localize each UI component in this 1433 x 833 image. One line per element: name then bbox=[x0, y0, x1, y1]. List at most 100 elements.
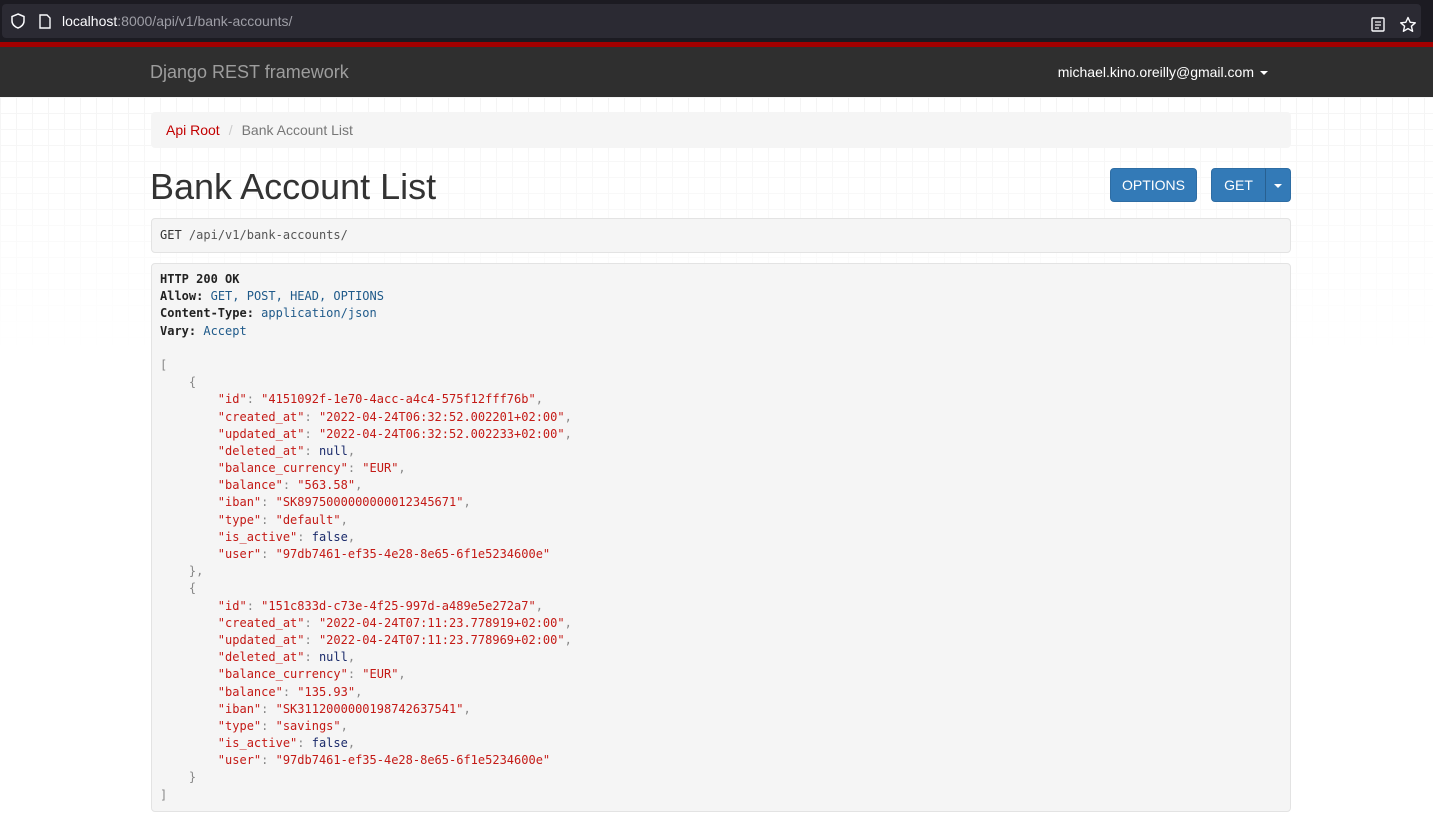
user-email: michael.kino.oreilly@gmail.com bbox=[1057, 64, 1254, 80]
json-line: "created_at": "2022-04-24T06:32:52.00220… bbox=[160, 409, 1282, 426]
json-colon: : bbox=[261, 753, 276, 768]
json-comma: , bbox=[564, 426, 572, 441]
json-brace: } bbox=[188, 770, 197, 785]
json-colon: : bbox=[347, 667, 363, 682]
json-value: "97db7461-ef35-4e28-8e65-6f1e5234600e" bbox=[275, 547, 551, 561]
json-brace: { bbox=[188, 581, 197, 596]
json-colon: : bbox=[282, 684, 298, 699]
response-body: HTTP 200 OK Allow: GET, POST, HEAD, OPTI… bbox=[151, 263, 1291, 812]
json-line: "id": "151c833d-c73e-4f25-997d-a489e5e27… bbox=[160, 598, 1282, 615]
caret-down-icon bbox=[1274, 184, 1282, 189]
json-key: "created_at" bbox=[217, 615, 305, 630]
json-colon: : bbox=[282, 478, 298, 493]
url-text[interactable]: localhost:8000/api/v1/bank-accounts/ bbox=[62, 13, 292, 29]
json-line: "balance_currency": "EUR", bbox=[160, 460, 1282, 477]
json-colon: : bbox=[261, 718, 276, 733]
json-colon: : bbox=[304, 443, 319, 458]
json-comma: , bbox=[535, 598, 543, 613]
json-key: "balance_currency" bbox=[217, 461, 348, 476]
json-key: "created_at" bbox=[217, 409, 305, 424]
json-key: "user" bbox=[217, 547, 262, 561]
json-value: "2022-04-24T06:32:52.002201+02:00" bbox=[318, 409, 565, 424]
json-value: "4151092f-1e70-4acc-a4c4-575f12fff76b" bbox=[261, 392, 536, 407]
json-value: "135.93" bbox=[297, 684, 356, 699]
breadcrumb-current: Bank Account List bbox=[241, 122, 353, 138]
json-bracket: ] bbox=[160, 787, 168, 802]
json-key: "user" bbox=[217, 753, 262, 768]
user-dropdown[interactable]: michael.kino.oreilly@gmail.com bbox=[1058, 64, 1268, 80]
json-key: "deleted_at" bbox=[217, 443, 305, 458]
bookmark-star-icon[interactable] bbox=[1399, 16, 1417, 34]
json-value: "savings" bbox=[275, 718, 341, 733]
json-key: "iban" bbox=[217, 701, 262, 716]
json-colon: : bbox=[246, 392, 262, 407]
json-comma: , bbox=[340, 718, 348, 733]
json-comma: , bbox=[564, 409, 572, 424]
page-icon bbox=[39, 14, 51, 29]
json-value: "563.58" bbox=[297, 478, 356, 493]
request-path: /api/v1/bank-accounts/ bbox=[188, 228, 348, 242]
json-key: "id" bbox=[217, 392, 247, 407]
json-value: "2022-04-24T07:11:23.778969+02:00" bbox=[318, 632, 565, 647]
json-comma: , bbox=[355, 684, 363, 699]
shield-icon[interactable] bbox=[10, 13, 26, 29]
json-colon: : bbox=[304, 650, 319, 665]
json-colon: : bbox=[304, 615, 319, 630]
json-comma: , bbox=[340, 512, 348, 527]
request-info: GET /api/v1/bank-accounts/ bbox=[151, 218, 1291, 253]
json-comma: , bbox=[347, 443, 356, 458]
get-button[interactable]: GET bbox=[1211, 168, 1266, 202]
json-value: "SK8975000000000012345671" bbox=[275, 495, 464, 510]
json-value: "default" bbox=[275, 512, 341, 527]
reader-view-icon[interactable] bbox=[1371, 17, 1385, 32]
json-line: "updated_at": "2022-04-24T06:32:52.00223… bbox=[160, 426, 1282, 443]
json-key: "type" bbox=[217, 512, 262, 527]
header-value: application/json bbox=[261, 306, 377, 321]
header-name: Vary: bbox=[160, 323, 197, 338]
page-title: Bank Account List bbox=[150, 166, 437, 207]
json-comma: , bbox=[564, 615, 572, 630]
json-key: "updated_at" bbox=[217, 426, 305, 441]
json-line: "balance_currency": "EUR", bbox=[160, 666, 1282, 683]
caret-down-icon bbox=[1260, 71, 1268, 76]
brand-link[interactable]: Django REST framework bbox=[150, 62, 349, 82]
json-key: "updated_at" bbox=[217, 632, 305, 647]
navbar: Django REST framework michael.kino.oreil… bbox=[0, 47, 1433, 97]
json-line: { bbox=[160, 580, 1282, 597]
breadcrumb-api-root[interactable]: Api Root bbox=[166, 122, 220, 138]
json-value: null bbox=[318, 443, 348, 458]
breadcrumb: Api Root / Bank Account List bbox=[151, 112, 1291, 148]
json-value: "EUR" bbox=[362, 461, 399, 476]
header-value: GET, POST, HEAD, OPTIONS bbox=[210, 289, 384, 304]
json-bracket: [ bbox=[160, 357, 168, 372]
address-bar[interactable]: localhost:8000/api/v1/bank-accounts/ bbox=[2, 4, 1421, 38]
json-brace: }, bbox=[188, 564, 204, 579]
json-brace: { bbox=[188, 375, 197, 390]
json-colon: : bbox=[304, 632, 319, 647]
json-key: "deleted_at" bbox=[217, 650, 305, 665]
json-line: "created_at": "2022-04-24T07:11:23.77891… bbox=[160, 615, 1282, 632]
options-button[interactable]: OPTIONS bbox=[1110, 168, 1197, 202]
json-comma: , bbox=[347, 650, 356, 665]
get-format-dropdown-toggle[interactable] bbox=[1265, 168, 1291, 202]
json-comma: , bbox=[398, 667, 406, 682]
json-line: "user": "97db7461-ef35-4e28-8e65-6f1e523… bbox=[160, 752, 1282, 769]
json-key: "is_active" bbox=[217, 529, 298, 544]
json-comma: , bbox=[355, 478, 363, 493]
json-colon: : bbox=[261, 547, 276, 561]
json-comma: , bbox=[564, 632, 572, 647]
json-colon: : bbox=[347, 461, 363, 476]
json-line: "balance": "563.58", bbox=[160, 477, 1282, 494]
json-value: "EUR" bbox=[362, 667, 399, 682]
json-line: ] bbox=[160, 787, 1282, 804]
json-key: "id" bbox=[217, 598, 247, 613]
header-name: Content-Type: bbox=[160, 306, 254, 321]
response-status: HTTP 200 OK bbox=[160, 272, 240, 286]
json-value: false bbox=[311, 736, 348, 751]
json-key: "type" bbox=[217, 718, 262, 733]
json-comma: , bbox=[535, 392, 543, 407]
json-colon: : bbox=[261, 512, 276, 527]
json-comma: , bbox=[347, 529, 356, 544]
json-line: "iban": "SK8975000000000012345671", bbox=[160, 494, 1282, 511]
json-line: "updated_at": "2022-04-24T07:11:23.77896… bbox=[160, 632, 1282, 649]
